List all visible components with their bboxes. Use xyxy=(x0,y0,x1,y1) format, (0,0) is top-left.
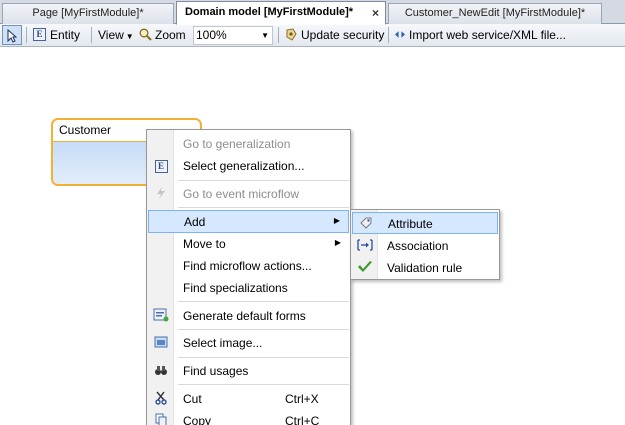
entity-icon: E xyxy=(33,28,46,42)
shield-key-icon xyxy=(286,28,297,42)
import-web-service-label: Import web service/XML file... xyxy=(409,28,566,42)
submenu-arrow-icon: ▶ xyxy=(334,238,341,247)
menu-item-label: Find specializations xyxy=(183,281,288,295)
lightning-icon xyxy=(153,186,169,202)
tab-customer-newedit[interactable]: Customer_NewEdit [MyFirstModule]* xyxy=(388,3,602,24)
scissors-icon xyxy=(153,391,169,407)
menu-item-move-to[interactable]: Move to ▶ xyxy=(148,233,349,255)
attribute-icon xyxy=(358,216,374,232)
toolbar-separator xyxy=(91,27,92,43)
menu-item-label: Find usages xyxy=(183,364,249,378)
context-menu: Go to generalization E Select generaliza… xyxy=(146,129,351,425)
menu-separator xyxy=(178,180,349,181)
menu-item-label: Association xyxy=(387,239,449,253)
chevron-down-icon: ▼ xyxy=(125,32,134,41)
chevron-down-icon: ▼ xyxy=(261,31,269,40)
menu-item-label: Go to event microflow xyxy=(183,187,300,201)
menu-item-label: Select generalization... xyxy=(183,159,305,173)
binoculars-icon xyxy=(153,363,169,379)
import-arrows-icon xyxy=(394,31,406,39)
association-icon xyxy=(357,238,373,254)
tab-strip: Page [MyFirstModule]* Domain model [MyFi… xyxy=(0,0,625,25)
menu-separator xyxy=(178,357,349,358)
menu-item-label: Validation rule xyxy=(387,261,463,275)
menu-item-add[interactable]: Add ▶ xyxy=(148,210,349,233)
magnifier-icon xyxy=(139,28,152,42)
toolbar-separator xyxy=(278,27,279,43)
view-dropdown-button[interactable]: View ▼ xyxy=(98,25,134,45)
zoom-button[interactable]: Zoom xyxy=(139,25,186,45)
close-icon[interactable]: × xyxy=(372,6,379,20)
view-button-label: View xyxy=(98,28,124,42)
submenu-arrow-icon: ▶ xyxy=(333,216,340,225)
menu-item-label: Copy xyxy=(183,414,212,425)
pointer-icon xyxy=(7,28,18,43)
copy-icon xyxy=(153,413,169,425)
zoom-level-value: 100% xyxy=(196,28,227,42)
menu-item-generate-default-forms[interactable]: Generate default forms xyxy=(148,305,349,327)
menu-item-find-microflow-actions[interactable]: Find microflow actions... xyxy=(148,255,349,277)
entity-icon: E xyxy=(153,158,169,174)
menu-item-label: Find microflow actions... xyxy=(183,259,312,273)
menu-item-go-to-event-microflow[interactable]: Go to event microflow xyxy=(148,183,349,205)
menu-item-select-generalization[interactable]: E Select generalization... xyxy=(148,155,349,177)
menu-item-label: Cut xyxy=(183,392,202,406)
tab-page[interactable]: Page [MyFirstModule]* xyxy=(2,3,174,24)
form-icon xyxy=(153,308,169,324)
menu-separator xyxy=(178,207,349,208)
menu-item-label: Go to generalization xyxy=(183,137,291,151)
menu-item-label: Select image... xyxy=(183,336,263,350)
tab-page-label: Page [MyFirstModule]* xyxy=(32,7,144,19)
zoom-level-select[interactable]: 100% ▼ xyxy=(193,26,273,45)
menu-item-cut[interactable]: Cut Ctrl+X xyxy=(148,388,349,410)
image-icon xyxy=(153,335,169,351)
checkmark-icon xyxy=(357,260,373,276)
entity-name: Customer xyxy=(59,123,112,137)
menu-item-label: Generate default forms xyxy=(183,309,306,323)
menu-item-select-image[interactable]: Select image... xyxy=(148,332,349,354)
shortcut-label: Ctrl+X xyxy=(285,392,319,406)
pointer-tool-button[interactable] xyxy=(2,25,22,45)
add-submenu: Attribute Association Validation rule xyxy=(350,209,500,280)
menu-separator xyxy=(178,301,349,302)
menu-separator xyxy=(178,384,349,385)
update-security-button[interactable]: Update security xyxy=(285,25,384,45)
tab-domain-model[interactable]: Domain model [MyFirstModule]* × xyxy=(176,1,386,25)
menu-item-find-usages[interactable]: Find usages xyxy=(148,360,349,382)
tab-domain-model-label: Domain model [MyFirstModule]* xyxy=(185,6,354,18)
menu-separator xyxy=(178,329,349,330)
menu-item-go-to-generalization[interactable]: Go to generalization xyxy=(148,133,349,155)
update-security-label: Update security xyxy=(301,28,385,42)
toolbar: E Entity View ▼ Zoom 100% ▼ Update securit… xyxy=(0,24,625,47)
tab-customer-newedit-label: Customer_NewEdit [MyFirstModule]* xyxy=(404,7,586,19)
menu-item-find-specializations[interactable]: Find specializations xyxy=(148,277,349,299)
toolbar-separator xyxy=(388,27,389,43)
submenu-item-association[interactable]: Association xyxy=(352,235,498,257)
toolbar-separator xyxy=(26,27,27,43)
menu-item-copy[interactable]: Copy Ctrl+C xyxy=(148,410,349,425)
import-web-service-button[interactable]: Import web service/XML file... xyxy=(394,25,566,45)
entity-button-label: Entity xyxy=(50,28,81,42)
zoom-button-label: Zoom xyxy=(155,28,186,42)
menu-item-label: Add xyxy=(184,215,206,229)
menu-item-label: Attribute xyxy=(388,217,433,231)
submenu-item-validation-rule[interactable]: Validation rule xyxy=(352,257,498,279)
submenu-item-attribute[interactable]: Attribute xyxy=(352,212,498,234)
shortcut-label: Ctrl+C xyxy=(285,414,320,425)
menu-item-label: Move to xyxy=(183,237,226,251)
entity-button[interactable]: E Entity xyxy=(33,25,80,45)
